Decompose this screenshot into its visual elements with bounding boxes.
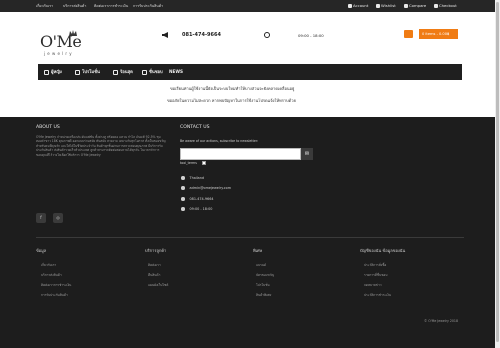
facebook-icon[interactable]: f	[36, 213, 46, 223]
nav-item-promotion[interactable]: โปรโมชั่น	[75, 68, 100, 76]
truck-icon	[113, 69, 118, 75]
percent-icon	[75, 69, 80, 75]
thumbs-up-icon	[142, 69, 147, 75]
terms-label: tool_terms	[180, 161, 197, 165]
footer-link[interactable]: ประวัติการสั่งซื้อ	[364, 263, 386, 268]
newsletter-email-input[interactable]	[180, 148, 301, 160]
nav-item-women[interactable]: ผู้หญิง	[44, 68, 62, 76]
account-link[interactable]: Account	[348, 3, 368, 9]
checkout-link[interactable]: Checkout	[434, 3, 457, 9]
contact-email[interactable]: admin@omejewelry.com	[181, 186, 231, 190]
compare-link[interactable]: Compare	[404, 3, 426, 9]
footer-col-special-title: พิเศษ	[253, 248, 263, 253]
contact-title: CONTACT US	[180, 125, 210, 130]
subscribe-button[interactable]: ✉	[301, 148, 313, 160]
phone-icon	[181, 197, 185, 201]
footer-link[interactable]: บัตรของขวัญ	[256, 273, 274, 278]
footer-link[interactable]: โปรโมชั่น	[256, 283, 270, 288]
footer-link[interactable]: ติดต่อเรา	[148, 263, 161, 268]
top-nav-warranty-link[interactable]: การรับประกันสินค้า	[133, 3, 163, 9]
main-nav: ผู้หญิง โปรโมชั่น ร้อนสุด ชื่นชอบ NEWS	[38, 64, 462, 80]
contact-address: Thailand	[181, 176, 204, 180]
footer-link[interactable]: ประวัติการชำระเงิน	[364, 293, 391, 298]
footer-link[interactable]: สินค้าพิเศษ	[256, 293, 271, 298]
location-icon	[181, 176, 185, 180]
logo-subtitle: jewelry	[44, 51, 74, 56]
footer-link[interactable]: แบรนด์	[256, 263, 266, 268]
megaphone-icon	[162, 32, 168, 38]
announcement-line-2: ขออภัยในความไม่สะดวก หากพบปัญหาในการใช้ง…	[167, 98, 296, 103]
about-title: ABOUT US	[36, 125, 60, 130]
footer-link[interactable]: เกี่ยวกับเรา	[41, 263, 56, 268]
heart-icon	[376, 4, 380, 8]
footer-col-account-title: บัญชีของฉัน ข้อมูลของฉัน	[360, 248, 406, 253]
footer-col-service-title: บริการลูกค้า	[145, 248, 167, 253]
woman-icon	[44, 69, 49, 75]
top-nav-shipping-link[interactable]: บริการส่งสินค้า	[63, 3, 86, 9]
about-text: O'Me Jewelry จำหน่ายเครื่องประดับแฟชั่น …	[36, 135, 166, 157]
footer-link[interactable]: การรับประกันสินค้า	[41, 293, 68, 298]
contact-hours: 09:00 - 18:00	[181, 207, 212, 211]
compare-icon	[404, 4, 408, 8]
user-icon	[348, 4, 352, 8]
logo[interactable]: O'Me	[40, 33, 82, 51]
top-nav-payment-link[interactable]: ติดต่อเราการชำระเงิน	[94, 3, 128, 9]
footer-link[interactable]: บริการส่งสินค้า	[41, 273, 62, 278]
instagram-icon[interactable]: ◎	[53, 213, 63, 223]
clock-icon	[264, 32, 270, 38]
footer-link[interactable]: ติดต่อเราการชำระเงิน	[41, 283, 71, 288]
announcement-line-1: ขอเรียนท่านผู้ใช้งานนี้ยังเป็นระบบใหม่ทำ…	[170, 86, 295, 91]
footer-divider	[36, 237, 464, 238]
footer-link[interactable]: คืนสินค้า	[148, 273, 160, 278]
header-hours: 09:00 - 18:00	[298, 33, 324, 38]
check-icon	[434, 4, 438, 8]
wishlist-link[interactable]: Wishlist	[376, 3, 396, 9]
copyright: © O'Me Jewelry 2018	[424, 319, 458, 323]
terms-checkbox[interactable]	[202, 161, 206, 165]
subscribe-label: Be aware of our actions, subscribe to ne…	[180, 139, 259, 143]
scrollbar-thumb[interactable]	[496, 2, 499, 342]
top-nav-about-link[interactable]: เกี่ยวกับเรา	[36, 3, 53, 9]
clock-icon	[181, 207, 185, 211]
cart-button[interactable]: 0 items - 0.00฿	[419, 29, 458, 39]
footer-link[interactable]: จดหมายข่าว	[364, 283, 382, 288]
cart-icon[interactable]	[404, 30, 413, 38]
nav-item-hot[interactable]: ร้อนสุด	[113, 68, 133, 76]
footer-link[interactable]: แผนผังเว็บไซต์	[148, 283, 168, 288]
header-phone: 081-474-9664	[182, 32, 221, 38]
contact-phone: 081-474-9664	[181, 197, 214, 201]
footer-link[interactable]: รายการที่ชื่นชอบ	[364, 273, 387, 278]
footer-col-info-title: ข้อมูล	[36, 248, 47, 253]
email-icon	[181, 186, 185, 190]
nav-item-news[interactable]: NEWS	[169, 68, 183, 76]
nav-item-favorite[interactable]: ชื่นชอบ	[142, 68, 163, 76]
